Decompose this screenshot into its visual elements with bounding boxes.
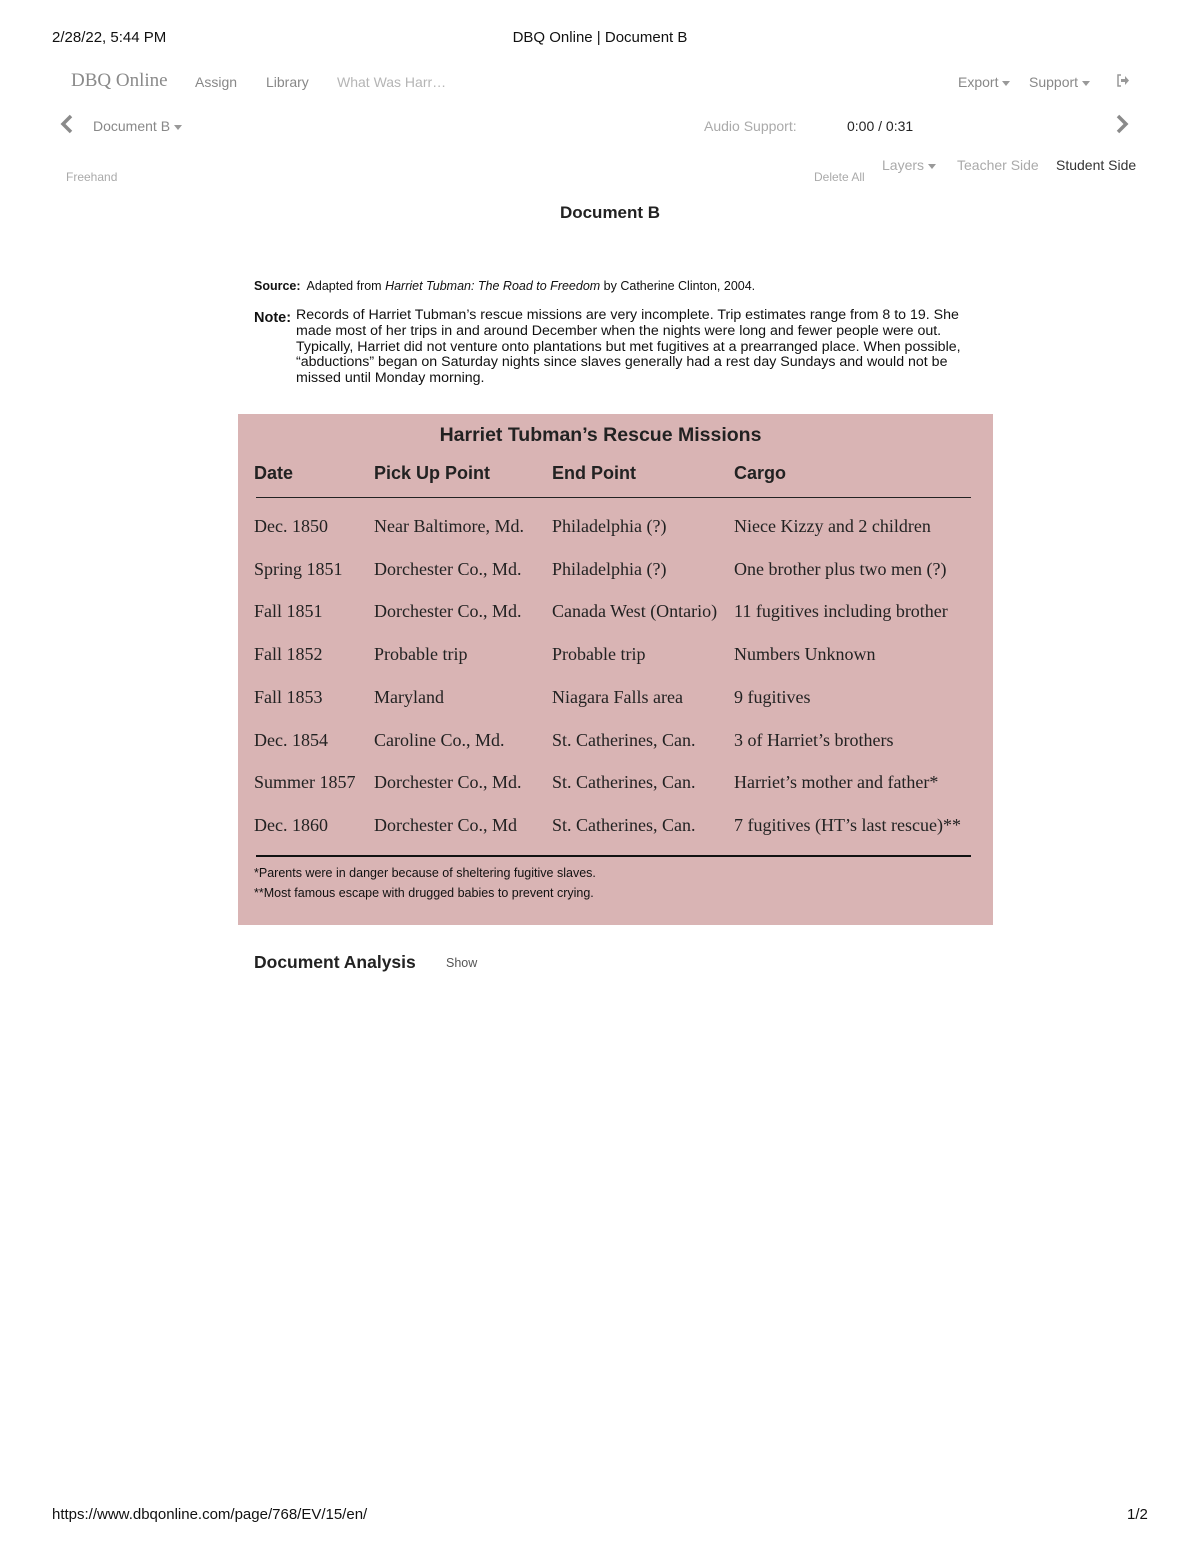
note-text: Records of Harriet Tubman’s rescue missi… (296, 307, 961, 387)
column-header-pickup: Pick Up Point (374, 463, 491, 483)
cell-cargo: One brother plus two men (?) (734, 558, 947, 579)
audio-time[interactable]: 0:00 / 0:31 (847, 118, 913, 134)
document-title: Document B (559, 203, 661, 222)
show-analysis-toggle[interactable]: Show (446, 956, 477, 970)
document-analysis-heading: Document Analysis (254, 952, 416, 972)
caret-down-icon (174, 124, 183, 130)
cell-date: Fall 1852 (254, 644, 323, 665)
cell-pickup-point: Probable trip (374, 644, 468, 665)
cell-pickup-point: Dorchester Co., Md. (374, 558, 522, 579)
column-header-cargo: Cargo (734, 463, 787, 483)
cell-cargo: Harriet’s mother and father* (734, 772, 939, 793)
export-menu[interactable]: Export (958, 74, 1011, 90)
nav-assign[interactable]: Assign (195, 74, 237, 90)
cell-end-point: St. Catherines, Can. (552, 729, 696, 750)
cell-date: Dec. 1850 (254, 516, 328, 536)
table-row: Summer 1857 Dorchester Co., Md. St. Cather… (238, 772, 993, 802)
cell-cargo: Numbers Unknown (734, 644, 876, 665)
cell-end-point: St. Catherines, Can. (552, 814, 696, 835)
freehand-tool[interactable]: Freehand (66, 170, 117, 184)
cell-pickup-point: Dorchester Co., Md. (374, 772, 522, 793)
cell-end-point: Niagara Falls area (552, 686, 683, 707)
column-header-end: End Point (552, 463, 636, 483)
source-prefix: Adapted from (306, 279, 386, 293)
caret-down-icon (1002, 80, 1011, 86)
nav-breadcrumb-current[interactable]: What Was Harr… (337, 74, 446, 90)
cell-date: Fall 1853 (254, 686, 323, 707)
cell-cargo: 7 fugitives (HT’s last rescue)** (734, 814, 961, 835)
table-row: Spring 1851 Dorchester Co., Md. Philadelph… (238, 559, 993, 589)
cell-pickup-point: Near Baltimore, Md. (374, 516, 524, 536)
delete-all-button[interactable]: Delete All (814, 170, 865, 184)
document-selector-label: Document B (93, 118, 171, 134)
header-divider (256, 497, 971, 498)
layers-label: Layers (882, 157, 925, 173)
cell-date: Dec. 1860 (254, 814, 328, 835)
cell-end-point: Probable trip (552, 644, 646, 665)
table-row: Dec. 1850 Near Baltimore, Md. Philadelphia… (238, 516, 993, 546)
chevron-left-icon[interactable] (60, 112, 74, 138)
sign-out-icon[interactable] (1116, 74, 1130, 92)
table-row: Dec. 1854 Caroline Co., Md. St. Catherines… (238, 730, 993, 760)
note-label: Note: (254, 310, 292, 326)
cell-date: Summer 1857 (254, 772, 356, 793)
cell-pickup-point: Caroline Co., Md. (374, 729, 505, 750)
layers-menu[interactable]: Layers (882, 157, 937, 173)
support-menu[interactable]: Support (1029, 74, 1091, 90)
footer-divider (256, 855, 971, 857)
table-row: Dec. 1860 Dorchester Co., Md St. Catherine… (238, 815, 993, 845)
footnote-1: *Parents were in danger because of shelt… (254, 866, 596, 880)
cell-cargo: 9 fugitives (734, 686, 811, 707)
document-source: Source: Adapted from Harriet Tubman: The … (254, 279, 755, 293)
cell-end-point: Philadelphia (?) (552, 558, 667, 579)
cell-date: Spring 1851 (254, 558, 343, 579)
column-header-date: Date (254, 463, 294, 483)
source-label: Source: (254, 279, 301, 293)
teacher-side-tab[interactable]: Teacher Side (957, 157, 1039, 173)
rescue-missions-table: Harriet Tubman’s Rescue Missions Date Pi… (238, 414, 993, 925)
student-side-tab[interactable]: Student Side (1056, 157, 1136, 173)
footnote-2: **Most famous escape with drugged babies… (254, 886, 594, 900)
source-suffix: by Catherine Clinton, 2004. (600, 279, 756, 293)
cell-end-point: St. Catherines, Can. (552, 772, 696, 793)
support-label: Support (1029, 74, 1079, 90)
table-row: Fall 1852 Probable trip Probable trip Numbe… (238, 644, 993, 674)
export-label: Export (958, 74, 999, 90)
document-selector[interactable]: Document B (93, 118, 183, 134)
cell-pickup-point: Dorchester Co., Md. (374, 601, 522, 622)
nav-library[interactable]: Library (266, 74, 309, 90)
cell-date: Dec. 1854 (254, 729, 328, 750)
cell-pickup-point: Maryland (374, 686, 444, 707)
cell-date: Fall 1851 (254, 601, 323, 622)
cell-end-point: Philadelphia (?) (552, 516, 667, 536)
caret-down-icon (928, 163, 937, 169)
cell-cargo: Niece Kizzy and 2 children (734, 516, 931, 536)
print-page-number: 1/2 (1127, 1506, 1148, 1523)
audio-support-label: Audio Support: (704, 118, 797, 134)
cell-cargo: 3 of Harriet’s brothers (734, 729, 894, 750)
caret-down-icon (1082, 80, 1091, 86)
print-url: https://www.dbqonline.com/page/768/EV/15… (52, 1506, 368, 1523)
print-page-title: DBQ Online | Document B (512, 29, 688, 46)
cell-pickup-point: Dorchester Co., Md (374, 814, 517, 835)
brand-logo[interactable]: DBQ Online (71, 70, 168, 92)
table-row: Fall 1853 Maryland Niagara Falls area 9 fug… (238, 687, 993, 717)
chevron-right-icon[interactable] (1115, 112, 1129, 138)
cell-cargo: 11 fugitives including brother (734, 601, 948, 622)
cell-end-point: Canada West (Ontario) (552, 601, 718, 622)
table-row: Fall 1851 Dorchester Co., Md. Canada West … (238, 601, 993, 631)
table-title: Harriet Tubman’s Rescue Missions (439, 424, 762, 446)
source-book-title: Harriet Tubman: The Road to Freedom (385, 279, 601, 293)
